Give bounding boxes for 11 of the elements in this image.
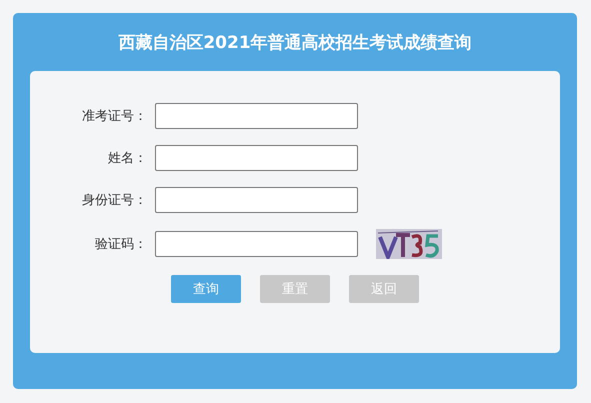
input-field[interactable] bbox=[155, 103, 358, 129]
input-field[interactable] bbox=[155, 187, 358, 213]
field-label: 身份证号： bbox=[81, 192, 147, 209]
page-title: 西藏自治区2021年普通高校招生考试成绩查询 bbox=[117, 32, 473, 54]
field-label: 准考证号： bbox=[81, 108, 147, 125]
field-label: 姓名： bbox=[107, 150, 147, 167]
form-button[interactable]: 查询 bbox=[171, 275, 241, 303]
input-field[interactable] bbox=[155, 145, 358, 171]
captcha-image[interactable] bbox=[376, 229, 442, 259]
input-field[interactable] bbox=[155, 231, 358, 257]
field-label: 验证码： bbox=[94, 236, 147, 253]
